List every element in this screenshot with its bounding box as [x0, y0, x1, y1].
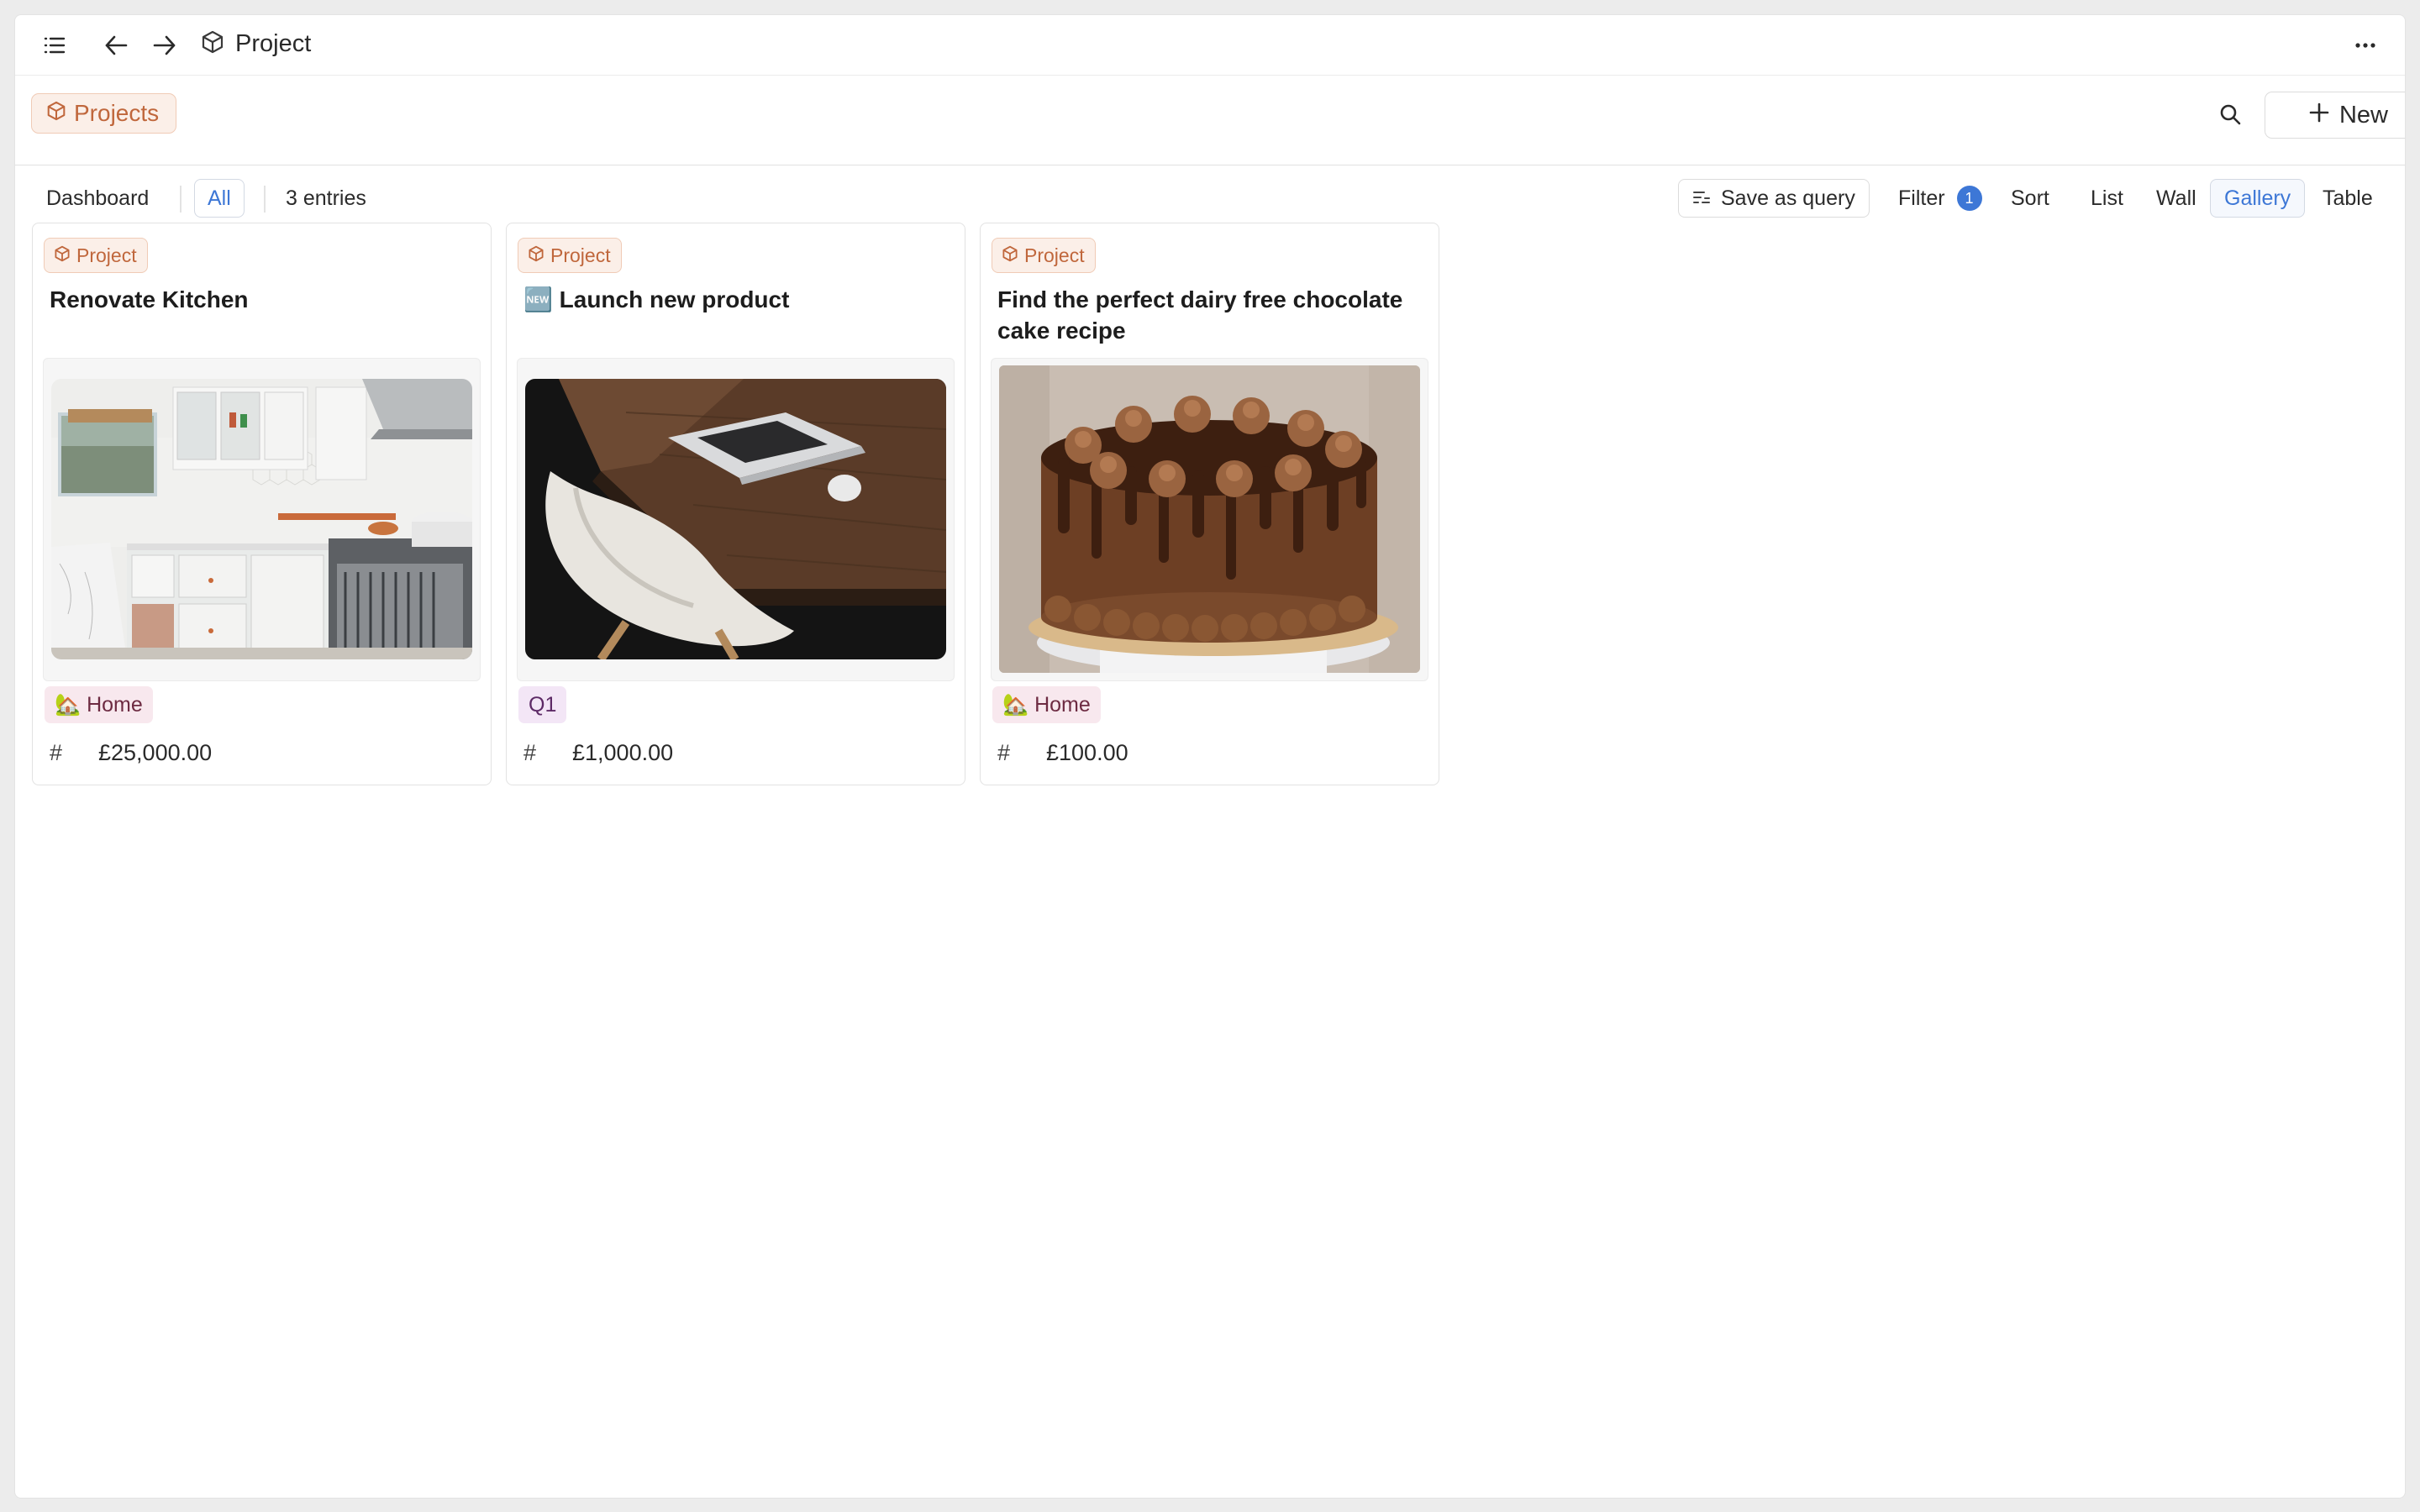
type-tag: Project — [518, 238, 622, 273]
save-as-query-button[interactable]: Save as query — [1678, 179, 1870, 218]
divider — [180, 186, 182, 213]
tab-all[interactable]: All — [194, 179, 245, 218]
collection-header: Projects New — [15, 76, 2405, 165]
cube-icon — [47, 100, 66, 127]
arrow-right-icon[interactable] — [146, 27, 183, 64]
view-wall[interactable]: Wall — [2156, 179, 2196, 218]
new-button-label: New — [2338, 101, 2388, 129]
new-button[interactable]: New — [2265, 92, 2405, 139]
cube-icon — [55, 244, 70, 267]
type-tag-label: Project — [76, 244, 137, 266]
card-title[interactable]: Renovate Kitchen — [50, 284, 474, 315]
amount-field: # £25,000.00 — [50, 736, 212, 769]
filter-button[interactable]: Filter 1 — [1898, 179, 1982, 218]
tag-chip[interactable]: 🏡 Home — [992, 686, 1101, 723]
type-tag: Project — [992, 238, 1096, 273]
save-as-query-label: Save as query — [1721, 186, 1855, 210]
type-tag: Project — [44, 238, 148, 273]
amount-value: £100.00 — [1046, 739, 1128, 765]
amount-value: £1,000.00 — [572, 739, 674, 765]
number-icon: # — [523, 739, 537, 765]
view-table[interactable]: Table — [2323, 179, 2373, 218]
number-icon: # — [997, 739, 1011, 765]
top-bar: Project — [15, 15, 2405, 76]
cube-icon — [529, 244, 544, 267]
kitchen-photo — [51, 379, 472, 659]
amount-field: # £1,000.00 — [523, 736, 673, 769]
card-title[interactable]: 🆕 Launch new product — [523, 284, 948, 315]
arrow-left-icon[interactable] — [97, 27, 134, 64]
amount-field: # £100.00 — [997, 736, 1128, 769]
chocolate-cake-photo — [999, 365, 1420, 673]
card-title[interactable]: Find the perfect dairy free chocolate ca… — [997, 284, 1422, 346]
view-list[interactable]: List — [2091, 179, 2123, 218]
filter-count-badge: 1 — [1956, 186, 1982, 211]
gallery-card[interactable]: Project Renovate Kitchen 🏡 Home # £25,00… — [32, 223, 492, 785]
cover-frame — [991, 358, 1428, 681]
more-dots-icon[interactable] — [2347, 27, 2384, 64]
entries-count: 3 entries — [286, 186, 366, 210]
sort-button[interactable]: Sort — [2011, 179, 2049, 218]
gallery-card[interactable]: Project Find the perfect dairy free choc… — [980, 223, 1439, 785]
cube-icon — [1002, 244, 1018, 267]
divider — [264, 186, 266, 213]
laptop-desk-photo — [525, 379, 946, 659]
type-tag-label: Project — [1024, 244, 1085, 266]
amount-value: £25,000.00 — [98, 739, 213, 765]
tag-chip[interactable]: Q1 — [518, 686, 567, 723]
filter-label: Filter — [1898, 186, 1945, 210]
tag-chip[interactable]: 🏡 Home — [45, 686, 153, 723]
cover-frame — [43, 358, 481, 681]
view-gallery[interactable]: Gallery — [2210, 179, 2306, 218]
page-title: Project — [235, 30, 312, 57]
collection-tag[interactable]: Projects — [31, 93, 177, 134]
filter-list-icon — [1692, 186, 1711, 211]
cover-frame — [517, 358, 955, 681]
breadcrumb: Project — [202, 30, 311, 58]
type-tag-label: Project — [550, 244, 611, 266]
sidebar-toggle-icon[interactable] — [36, 27, 73, 64]
cube-icon — [202, 30, 224, 58]
plus-icon — [2309, 102, 2329, 129]
tab-dashboard[interactable]: Dashboard — [46, 179, 149, 218]
view-toolbar: Dashboard All 3 entries Save as query Fi… — [15, 165, 2405, 226]
gallery-card[interactable]: Project 🆕 Launch new product Q1 # £1,000… — [506, 223, 965, 785]
number-icon: # — [50, 739, 63, 765]
app-window: Project Projects New Dashboard All 3 ent… — [14, 14, 2406, 1499]
collection-tag-label: Projects — [74, 100, 160, 126]
search-icon[interactable] — [2212, 96, 2249, 133]
